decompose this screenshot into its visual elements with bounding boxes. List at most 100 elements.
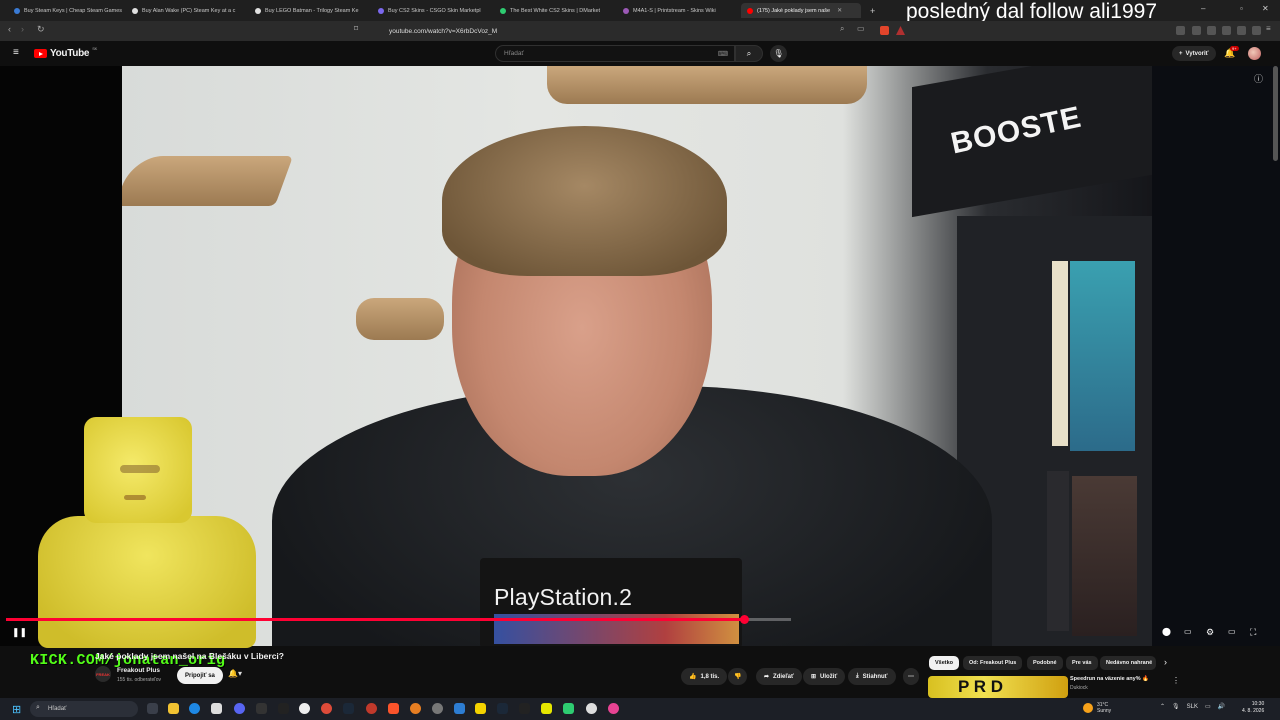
chip-from-channel[interactable]: Od: Freakout Plus [963,656,1023,670]
app-icon[interactable] [519,703,530,714]
browser-menu-icon[interactable]: ≡ [1266,24,1271,33]
guide-menu-icon[interactable]: ≡ [13,47,19,58]
brave-icon[interactable] [388,703,399,714]
search-input[interactable]: Hľadať ⌨ [495,45,735,62]
save-button[interactable]: ⊞ Uložiť [803,668,846,685]
task-view-icon[interactable] [147,703,158,714]
channel-avatar[interactable]: FREAK [95,666,111,682]
edge-icon[interactable] [189,703,200,714]
steam-icon[interactable] [497,703,508,714]
browser-tab[interactable]: M4A1-S | Printstream - Skins Wiki [617,3,735,18]
info-icon[interactable]: ⓘ [1254,72,1263,85]
language-indicator[interactable]: SLK [1187,704,1198,710]
create-button[interactable]: + Vytvoriť [1172,46,1216,61]
app-icon[interactable] [563,703,574,714]
recommendation-channel[interactable]: Dukiock [1070,685,1088,691]
more-actions-button[interactable]: ⋯ [903,668,919,685]
chip-related[interactable]: Podobné [1027,656,1063,670]
browser-tab[interactable]: Buy Alan Wake (PC) Steam Key at a c [126,3,244,18]
keyboard-icon[interactable]: ⌨ [718,50,728,58]
browser-tab[interactable]: Buy Steam Keys | Cheap Steam Games [8,3,126,18]
chevron-right-icon[interactable]: › [1164,657,1167,667]
chip-recently-uploaded[interactable]: Nedávno nahrané [1100,656,1156,670]
weather-widget[interactable]: 31°C Sunny [1083,702,1111,714]
epic-games-icon[interactable] [256,703,267,714]
recommendation-menu-icon[interactable]: ⋮ [1172,676,1180,685]
app-icon[interactable] [278,703,289,714]
bookmark-icon[interactable]: ⌑ [354,24,358,33]
minimize-icon[interactable]: – [1201,4,1205,13]
app-icon-active[interactable] [475,703,486,714]
settings-gear-icon[interactable]: ⚙ [1206,627,1214,638]
wallet-icon[interactable] [1237,26,1246,35]
app-icon[interactable] [541,703,552,714]
taskbar-search[interactable]: ⌕ Hľadať [30,701,138,717]
steam-icon[interactable] [343,703,354,714]
microphone-icon[interactable]: 🎙 [1172,703,1180,710]
channel-name[interactable]: Freakout Plus [117,667,160,674]
youtube-logo[interactable]: YouTube SK [34,46,97,59]
vpn-icon[interactable] [1252,26,1261,35]
windows-start-icon[interactable]: ⊞ [12,703,21,716]
voice-search-button[interactable]: 🎙 [770,45,787,62]
chip-all[interactable]: Všetko [929,656,960,670]
file-explorer-icon[interactable] [168,703,179,714]
progress-bar[interactable] [6,615,791,624]
extension-icon[interactable] [1176,26,1185,35]
maximize-icon[interactable]: ▫ [1240,4,1243,13]
settings-icon[interactable] [432,703,443,714]
media-icon[interactable] [1192,26,1201,35]
browser-tab-active[interactable]: (175) Jaké poklady jsem naše ✕ [741,3,861,18]
chip-for-you[interactable]: Pre vás [1066,656,1098,670]
progress-scrubber[interactable] [739,615,749,624]
recommendation-title[interactable]: Speedrun na väzenie any% 🔥 [1070,676,1149,682]
close-window-icon[interactable]: ✕ [1262,4,1269,13]
brave-shield-icon[interactable] [880,26,889,35]
theater-mode-icon[interactable]: ▭ [1228,627,1236,636]
network-icon[interactable]: ▭ [1205,703,1211,710]
join-button[interactable]: Pripojiť sa [177,667,223,684]
taskbar-clock[interactable]: 10:30 4. 8. 2026 [1242,701,1264,715]
autoplay-toggle[interactable]: ⬤ [1162,627,1171,636]
browser-tab[interactable]: Buy CS2 Skins - CSGO Skin Marketpl [372,3,490,18]
app-icon[interactable] [586,703,597,714]
account-avatar[interactable] [1248,47,1261,60]
youtube-play-icon [34,49,47,58]
tray-chevron-icon[interactable]: ⌃ [1160,703,1165,710]
like-button[interactable]: 👍 1,8 tis. [681,668,728,685]
new-tab-button[interactable]: + [864,3,878,18]
search-button[interactable]: ⌕ [735,45,763,62]
share-button[interactable]: ➦ Zdieľať [756,668,802,685]
pause-icon[interactable]: ❚❚ [12,627,27,638]
download-button[interactable]: ⤓ Stiahnuť [848,668,896,685]
app-icon[interactable] [608,703,619,714]
zoom-search-icon[interactable]: ⌕ [840,24,844,34]
dislike-button[interactable]: 👎 [728,668,748,685]
page-scrollbar[interactable] [1273,66,1278,161]
address-bar[interactable]: youtube.com/watch?v=X6rbDcVoz_M [370,24,910,38]
wall-shelf [122,156,294,206]
browser-tab[interactable]: Buy LEGO Batman - Trilogy Steam Ke [249,3,367,18]
reload-icon[interactable]: ↻ [37,24,45,35]
sidebar-icon[interactable] [1207,26,1216,35]
forward-icon[interactable]: › [21,24,24,34]
chrome-icon[interactable] [321,703,332,714]
volume-icon[interactable]: 🔊 [1218,703,1225,710]
close-tab-icon[interactable]: ✕ [837,7,842,14]
store-icon[interactable] [211,703,222,714]
subscribed-bell-icon[interactable]: 🔔▾ [228,669,242,678]
discord-icon[interactable] [234,703,245,714]
app-icon[interactable] [410,703,421,714]
fullscreen-icon[interactable]: ⛶ [1250,627,1256,638]
obs-icon[interactable] [299,703,310,714]
back-icon[interactable]: ‹ [8,24,11,34]
recommendation-thumbnail[interactable]: P R D [928,676,1068,698]
downloads-icon[interactable] [1222,26,1231,35]
cast-icon[interactable]: ▭ [857,24,865,33]
browser-tab[interactable]: The Best White CS2 Skins | DMarket [494,3,612,18]
opera-icon[interactable] [366,703,377,714]
app-icon[interactable] [454,703,465,714]
tab-title: The Best White CS2 Skins | DMarket [510,7,601,14]
subtitles-icon[interactable]: ▭ [1184,627,1192,636]
video-frame[interactable]: BOOSTE PlayStation.2 [122,66,1152,646]
